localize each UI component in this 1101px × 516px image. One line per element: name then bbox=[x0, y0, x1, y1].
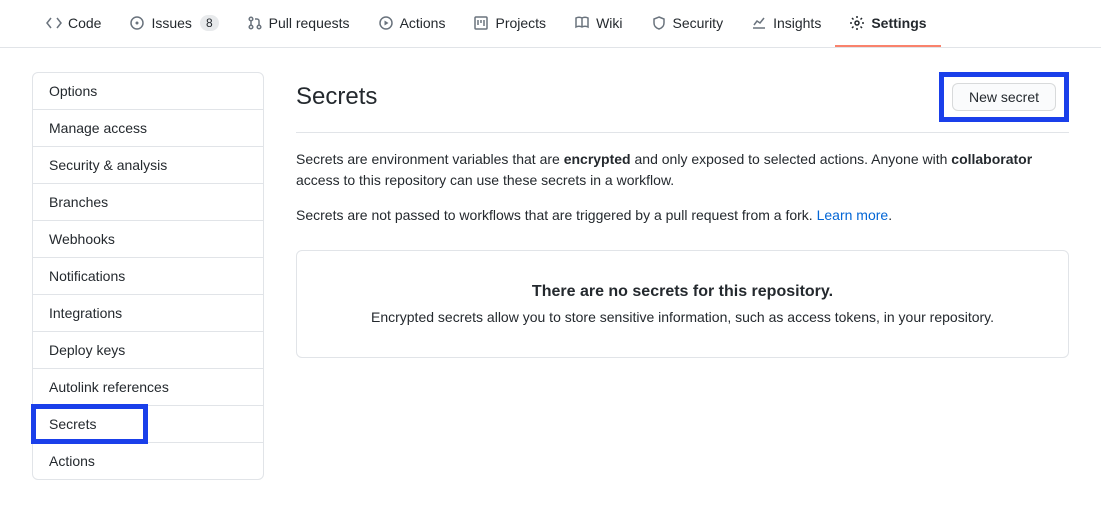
book-icon bbox=[574, 15, 590, 31]
sidebar-item-label: Options bbox=[49, 83, 97, 99]
issues-count: 8 bbox=[200, 15, 219, 31]
sidebar-item-label: Autolink references bbox=[49, 379, 169, 395]
tab-security[interactable]: Security bbox=[637, 0, 738, 47]
description-text: Secrets are environment variables that a… bbox=[296, 149, 1069, 191]
tab-wiki[interactable]: Wiki bbox=[560, 0, 636, 47]
tab-label: Issues bbox=[151, 15, 191, 31]
sidebar-item-label: Security & analysis bbox=[49, 157, 167, 173]
sidebar-item-label: Actions bbox=[49, 453, 95, 469]
sidebar-item-deploy-keys[interactable]: Deploy keys bbox=[33, 332, 263, 369]
tab-actions[interactable]: Actions bbox=[364, 0, 460, 47]
play-icon bbox=[378, 15, 394, 31]
new-secret-button[interactable]: New secret bbox=[952, 83, 1056, 111]
sidebar-item-notifications[interactable]: Notifications bbox=[33, 258, 263, 295]
sidebar-item-label: Branches bbox=[49, 194, 108, 210]
sidebar-item-autolink[interactable]: Autolink references bbox=[33, 369, 263, 406]
sidebar-item-actions[interactable]: Actions bbox=[33, 443, 263, 479]
repo-navigation: Code Issues 8 Pull requests Actions Proj… bbox=[0, 0, 1101, 48]
sidebar-item-label: Integrations bbox=[49, 305, 122, 321]
tab-label: Wiki bbox=[596, 15, 622, 31]
issue-icon bbox=[129, 15, 145, 31]
tab-code[interactable]: Code bbox=[32, 0, 115, 47]
content-container: Options Manage access Security & analysi… bbox=[0, 48, 1101, 504]
description-text-2: Secrets are not passed to workflows that… bbox=[296, 205, 1069, 226]
sidebar-item-label: Notifications bbox=[49, 268, 125, 284]
tab-projects[interactable]: Projects bbox=[459, 0, 560, 47]
sidebar-item-branches[interactable]: Branches bbox=[33, 184, 263, 221]
project-icon bbox=[473, 15, 489, 31]
sidebar-item-security-analysis[interactable]: Security & analysis bbox=[33, 147, 263, 184]
sidebar-item-label: Webhooks bbox=[49, 231, 115, 247]
page-title: Secrets bbox=[296, 83, 377, 111]
blankslate-title: There are no secrets for this repository… bbox=[329, 283, 1036, 301]
sidebar-item-label: Secrets bbox=[49, 416, 96, 432]
tab-label: Settings bbox=[871, 15, 926, 31]
tab-label: Insights bbox=[773, 15, 821, 31]
tab-issues[interactable]: Issues 8 bbox=[115, 0, 232, 47]
gear-icon bbox=[849, 15, 865, 31]
graph-icon bbox=[751, 15, 767, 31]
sidebar-item-secrets[interactable]: Secrets bbox=[33, 406, 263, 443]
tab-label: Projects bbox=[495, 15, 546, 31]
sidebar-item-manage-access[interactable]: Manage access bbox=[33, 110, 263, 147]
blankslate-subtitle: Encrypted secrets allow you to store sen… bbox=[329, 309, 1036, 325]
tab-label: Actions bbox=[400, 15, 446, 31]
highlight-annotation: New secret bbox=[939, 72, 1069, 122]
tab-pulls[interactable]: Pull requests bbox=[233, 0, 364, 47]
tab-settings[interactable]: Settings bbox=[835, 0, 940, 47]
sidebar-item-webhooks[interactable]: Webhooks bbox=[33, 221, 263, 258]
pull-request-icon bbox=[247, 15, 263, 31]
tab-label: Pull requests bbox=[269, 15, 350, 31]
shield-icon bbox=[651, 15, 667, 31]
sidebar-item-label: Manage access bbox=[49, 120, 147, 136]
page-header: Secrets New secret bbox=[296, 72, 1069, 133]
blankslate: There are no secrets for this repository… bbox=[296, 250, 1069, 358]
settings-sidebar: Options Manage access Security & analysi… bbox=[32, 72, 264, 480]
sidebar-item-options[interactable]: Options bbox=[33, 73, 263, 110]
tab-label: Security bbox=[673, 15, 724, 31]
learn-more-link[interactable]: Learn more bbox=[817, 207, 889, 223]
sidebar-item-integrations[interactable]: Integrations bbox=[33, 295, 263, 332]
tab-label: Code bbox=[68, 15, 101, 31]
sidebar-item-label: Deploy keys bbox=[49, 342, 125, 358]
main-content: Secrets New secret Secrets are environme… bbox=[296, 72, 1069, 358]
tab-insights[interactable]: Insights bbox=[737, 0, 835, 47]
code-icon bbox=[46, 15, 62, 31]
